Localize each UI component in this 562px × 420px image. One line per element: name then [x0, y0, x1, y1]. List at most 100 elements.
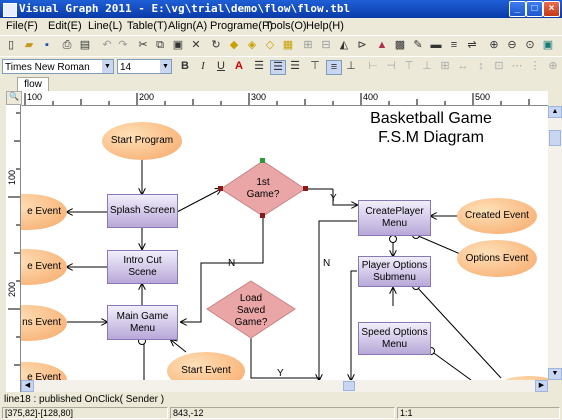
- node-first-game-label[interactable]: 1st Game?: [243, 174, 283, 204]
- align-right-icon[interactable]: ☰: [288, 60, 302, 73]
- status-bar: [375,82]-[128,80] 843,-12 1:1: [0, 407, 562, 420]
- rotate-icon[interactable]: ⊳: [355, 39, 369, 52]
- menu-line[interactable]: Line(L): [88, 20, 122, 32]
- line-style-icon[interactable]: ▬: [429, 39, 443, 52]
- line-width-icon[interactable]: ≡: [447, 39, 461, 52]
- node-main-game-menu[interactable]: Main Game Menu: [107, 305, 178, 340]
- scroll-up-icon[interactable]: ▲: [548, 106, 562, 118]
- print-icon[interactable]: ⎙: [60, 39, 74, 52]
- node-create-player-menu[interactable]: CreatePlayer Menu: [358, 200, 431, 236]
- diagram-title-line1[interactable]: Basketball Game: [361, 110, 501, 128]
- diagram-title-line2[interactable]: F.S.M Diagram: [361, 129, 501, 147]
- line-color-icon[interactable]: ✎: [411, 39, 425, 52]
- align-icon[interactable]: ⊞: [301, 39, 315, 52]
- horizontal-scrollbar[interactable]: ◀ ▶: [21, 380, 548, 392]
- scroll-left-icon[interactable]: ◀: [21, 380, 34, 392]
- connector[interactable]: [430, 350, 472, 380]
- print-preview-icon[interactable]: ▤: [78, 39, 92, 52]
- node-speed-options-menu[interactable]: Speed Options Menu: [358, 322, 431, 355]
- italic-icon[interactable]: I: [196, 60, 210, 73]
- selection-handle[interactable]: [303, 186, 308, 191]
- vertical-scrollbar[interactable]: ▲ ▼: [548, 106, 562, 380]
- horizontal-scroll-thumb[interactable]: [343, 381, 355, 391]
- save-icon[interactable]: ▪: [40, 39, 54, 52]
- zoom-page-icon[interactable]: ▣: [541, 39, 555, 52]
- undo-icon[interactable]: ↶: [100, 39, 114, 52]
- selection-handle[interactable]: [218, 186, 223, 191]
- zoom-fit-icon[interactable]: ⊙: [523, 39, 537, 52]
- connector[interactable]: [171, 340, 187, 353]
- delete-icon[interactable]: ✕: [189, 39, 203, 52]
- scroll-right-icon[interactable]: ▶: [535, 380, 548, 392]
- vertical-scroll-thumb[interactable]: [549, 130, 561, 146]
- align-objects-bottom-icon[interactable]: ⊞: [438, 60, 452, 73]
- valign-bottom-icon[interactable]: ⊥: [344, 60, 358, 73]
- font-size-select[interactable]: 14 ▼: [117, 59, 172, 74]
- font-color-icon[interactable]: A: [232, 60, 246, 73]
- align-objects-left-icon[interactable]: ⊢: [366, 60, 380, 73]
- zoom-out-icon[interactable]: ⊖: [505, 39, 519, 52]
- zoom-in-icon[interactable]: ⊕: [487, 39, 501, 52]
- selection-handle[interactable]: [260, 158, 265, 163]
- node-start-program[interactable]: Start Program: [102, 122, 182, 160]
- fill-color-icon[interactable]: ▲: [375, 39, 389, 52]
- space-vertical-icon[interactable]: ⋮: [528, 60, 542, 73]
- menu-programe[interactable]: Programe(P): [210, 20, 273, 32]
- selection-handle[interactable]: [260, 213, 265, 218]
- menu-tools[interactable]: Tools(O): [265, 20, 307, 32]
- magnifier-icon[interactable]: 🔍: [6, 91, 22, 105]
- scroll-down-icon[interactable]: ▼: [548, 368, 562, 380]
- ungroup-icon[interactable]: ▦: [281, 39, 295, 52]
- send-back-icon[interactable]: ◇: [263, 39, 277, 52]
- valign-middle-icon[interactable]: ≡: [326, 60, 342, 75]
- connector[interactable]: [176, 189, 221, 213]
- align-objects-top-icon[interactable]: ⊥: [420, 60, 434, 73]
- copy-icon[interactable]: ⧉: [153, 39, 167, 52]
- center-page-icon[interactable]: ⊕: [546, 60, 560, 73]
- menu-bar: File(F) Edit(E) Line(L) Table(T) Align(A…: [0, 18, 562, 35]
- underline-icon[interactable]: U: [214, 60, 228, 73]
- menu-edit[interactable]: Edit(E): [48, 20, 82, 32]
- node-player-options-submenu[interactable]: Player Options Submenu: [358, 256, 431, 287]
- node-options-event[interactable]: Options Event: [457, 240, 537, 277]
- align-objects-right-icon[interactable]: ⊤: [402, 60, 416, 73]
- align-center-icon[interactable]: ☰: [270, 60, 286, 75]
- paste-icon[interactable]: ▣: [171, 39, 185, 52]
- tab-flow[interactable]: flow: [17, 77, 49, 92]
- node-load-saved-game-label[interactable]: Load Saved Game?: [226, 291, 276, 331]
- pattern-icon[interactable]: ▩: [393, 39, 407, 52]
- connector[interactable]: [250, 338, 321, 379]
- bring-front-icon[interactable]: ◈: [245, 39, 259, 52]
- space-horizontal-icon[interactable]: ⋯: [510, 60, 524, 73]
- arrow-style-icon[interactable]: ⇌: [465, 39, 479, 52]
- connection-point[interactable]: [389, 235, 397, 243]
- same-height-icon[interactable]: ↕: [474, 60, 488, 73]
- diagram-canvas[interactable]: Basketball Game F.S.M Diagram Start Prog…: [21, 106, 548, 380]
- font-family-select[interactable]: Times New Roman ▼: [2, 59, 114, 74]
- group-icon[interactable]: ◆: [227, 39, 241, 52]
- open-icon[interactable]: ▰: [22, 39, 36, 52]
- maximize-button[interactable]: □: [526, 1, 543, 17]
- align-left-icon[interactable]: ☰: [252, 60, 266, 73]
- menu-file[interactable]: File(F): [6, 20, 38, 32]
- align-objects-center-icon[interactable]: ⊣: [384, 60, 398, 73]
- node-intro-cut-scene[interactable]: Intro Cut Scene: [107, 250, 178, 284]
- refresh-icon[interactable]: ↻: [209, 39, 223, 52]
- menu-align[interactable]: Align(A): [168, 20, 207, 32]
- node-created-event[interactable]: Created Event: [457, 198, 537, 234]
- cut-icon[interactable]: ✂: [136, 39, 150, 52]
- connector[interactable]: [351, 270, 357, 380]
- menu-table[interactable]: Table(T): [127, 20, 167, 32]
- minimize-button[interactable]: _: [509, 1, 526, 17]
- node-splash-screen[interactable]: Splash Screen: [107, 194, 178, 228]
- new-icon[interactable]: ▯: [4, 39, 18, 52]
- redo-icon[interactable]: ↷: [116, 39, 130, 52]
- distribute-icon[interactable]: ⊟: [319, 39, 333, 52]
- bold-icon[interactable]: B: [178, 60, 192, 73]
- same-size-icon[interactable]: ⊡: [492, 60, 506, 73]
- menu-help[interactable]: Help(H): [306, 20, 344, 32]
- same-width-icon[interactable]: ↔: [456, 60, 470, 73]
- close-button[interactable]: ×: [543, 1, 560, 17]
- valign-top-icon[interactable]: ⊤: [308, 60, 322, 73]
- flip-icon[interactable]: ◭: [337, 39, 351, 52]
